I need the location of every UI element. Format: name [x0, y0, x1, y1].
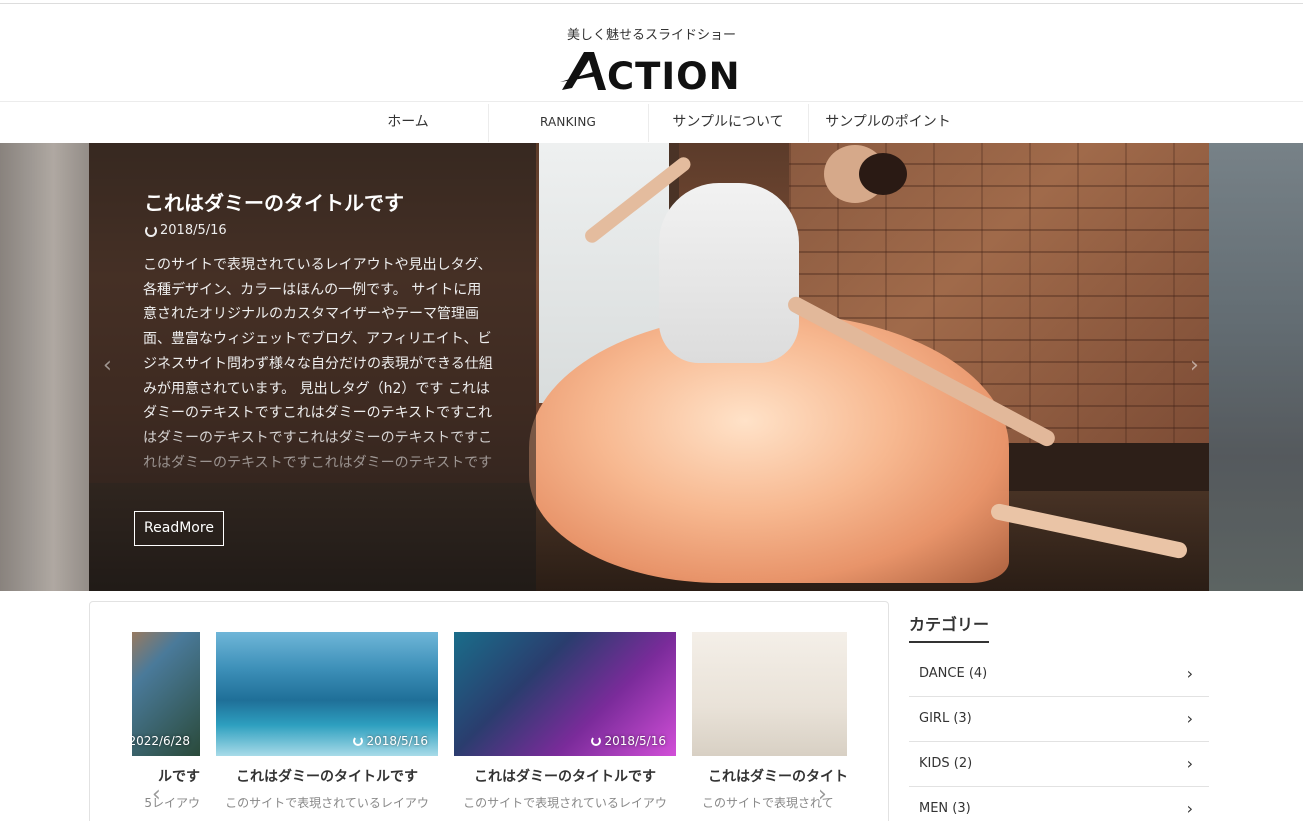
category-label: DANCE (4)	[919, 666, 988, 681]
category-list: DANCE (4) › GIRL (3) › KIDS (2) › MEN (3…	[909, 652, 1209, 821]
card-thumbnail: 2018/5/16	[454, 632, 676, 756]
nav-item-home[interactable]: ホーム	[328, 102, 488, 143]
readmore-button[interactable]: ReadMore	[134, 511, 224, 546]
card-thumbnail	[692, 632, 847, 756]
next-slide-preview[interactable]	[1209, 143, 1303, 591]
category-item-girl[interactable]: GIRL (3) ›	[909, 697, 1209, 742]
hero-prev-arrow[interactable]: ‹	[103, 353, 112, 378]
nav-item-sample-points[interactable]: サンプルのポイント	[808, 102, 968, 143]
card-title[interactable]: これはダミーのタイトルです	[454, 766, 676, 786]
card-date: 2022/6/28	[132, 734, 190, 748]
card-date: 2018/5/16	[591, 734, 666, 748]
refresh-icon	[591, 736, 602, 746]
global-nav: ホーム RANKING サンプルについて サンプルのポイント	[0, 101, 1303, 143]
hero-slider: これはダミーのタイトルです 2018/5/16 このサイトで表現されているレイア…	[0, 143, 1303, 591]
nav-item-about-sample[interactable]: サンプルについて	[648, 102, 808, 143]
logo-wordmark-icon: CTION	[560, 52, 741, 94]
widget-title-underline	[909, 641, 989, 643]
sidebar: カテゴリー DANCE (4) › GIRL (3) › KIDS (2) › …	[909, 601, 1209, 821]
card-date: 2018/5/16	[353, 734, 428, 748]
card-excerpt: このサイトで表現されているレイアウ	[225, 796, 429, 810]
chevron-right-icon: ›	[1186, 709, 1193, 728]
card-date-text: 2018/5/16	[604, 734, 666, 748]
dancer-hair	[859, 153, 907, 195]
nav-item-ranking[interactable]: RANKING	[488, 102, 648, 143]
carousel-next-arrow[interactable]: ›	[818, 782, 827, 807]
card-excerpt: 5レイアウ	[144, 796, 200, 810]
post-carousel-card: 2022/6/28 ルです 5レイアウ 2018/5/16 これはダミーのタイト…	[89, 601, 889, 821]
hero-next-arrow[interactable]: ›	[1190, 353, 1199, 378]
refresh-icon	[353, 736, 364, 746]
card-thumbnail: 2018/5/16	[216, 632, 438, 756]
card-excerpt: このサイトで表現されているレイアウ	[463, 796, 667, 810]
hero-date-text: 2018/5/16	[160, 223, 227, 238]
category-label: GIRL (3)	[919, 711, 972, 726]
chevron-right-icon: ›	[1186, 754, 1193, 773]
category-item-dance[interactable]: DANCE (4) ›	[909, 652, 1209, 697]
dancer-torso	[659, 183, 799, 363]
category-label: MEN (3)	[919, 801, 971, 816]
card-date-text: 2018/5/16	[366, 734, 428, 748]
chevron-right-icon: ›	[1186, 799, 1193, 818]
refresh-icon	[145, 224, 157, 237]
category-item-men[interactable]: MEN (3) ›	[909, 787, 1209, 821]
card-thumbnail: 2022/6/28	[132, 632, 200, 756]
chevron-right-icon: ›	[1186, 664, 1193, 683]
card-title[interactable]: ルです	[132, 766, 200, 786]
carousel-card[interactable]: 2018/5/16 これはダミーのタイトルです このサイトで表現されているレイア…	[216, 632, 438, 821]
site-header: 美しく魅せるスライドショー CTION	[0, 4, 1303, 101]
prev-slide-preview[interactable]	[0, 143, 89, 591]
card-date-text: 2022/6/28	[132, 734, 190, 748]
card-title[interactable]: これはダミーのタイトルです	[216, 766, 438, 786]
category-label: KIDS (2)	[919, 756, 973, 771]
category-widget-title: カテゴリー	[909, 615, 990, 634]
hero-date: 2018/5/16	[145, 223, 227, 238]
hero-title[interactable]: これはダミーのタイトルです	[144, 187, 404, 216]
site-logo[interactable]: CTION	[560, 48, 742, 94]
carousel-prev-arrow[interactable]: ‹	[152, 782, 161, 807]
site-tagline: 美しく魅せるスライドショー	[566, 28, 736, 43]
svg-text:CTION: CTION	[607, 55, 741, 94]
carousel-card[interactable]: 2018/5/16 これはダミーのタイトルです このサイトで表現されているレイア…	[454, 632, 676, 821]
carousel-card[interactable]: 2022/6/28 ルです 5レイアウ	[132, 632, 200, 821]
post-carousel: 2022/6/28 ルです 5レイアウ 2018/5/16 これはダミーのタイト…	[132, 632, 847, 821]
hero-excerpt: このサイトで表現されているレイアウトや見出しタグ、各種デザイン、カラーはほんの一…	[143, 257, 493, 471]
category-item-kids[interactable]: KIDS (2) ›	[909, 742, 1209, 787]
